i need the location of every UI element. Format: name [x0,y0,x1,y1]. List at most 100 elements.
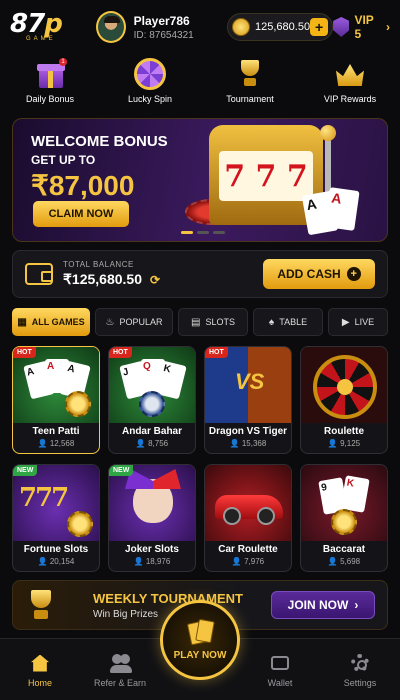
tab-table[interactable]: ♠ TABLE [253,308,323,336]
game-name: Car Roulette [218,544,278,555]
nav-wallet[interactable]: Wallet [240,639,320,700]
car-icon [215,495,283,525]
vip-level[interactable]: VIP 5 › [333,13,390,41]
add-cash-button[interactable]: ADD CASH + [263,259,375,289]
wallet-icon [269,652,291,674]
playing-cards-image: A A [301,187,365,236]
players-icon: 👤 [135,439,149,448]
nav-home[interactable]: Home [0,639,80,700]
game-thumbnail: VS [205,347,291,423]
players-icon: 👤 [37,439,50,448]
refresh-icon[interactable]: ⟳ [150,273,160,287]
welcome-bonus-banner[interactable]: WELCOME BONUS GET UP TO ₹87,000 CLAIM NO… [12,118,388,242]
tab-popular[interactable]: ♨ POPULAR [95,308,173,336]
game-name: Baccarat [322,544,366,555]
quick-label: VIP Rewards [323,94,377,104]
logo-sub: GAME [26,36,56,42]
claim-now-button[interactable]: CLAIM NOW [33,201,129,227]
playing-card: K [340,475,370,513]
hot-badge: HOT [13,347,36,358]
logo-accent: p [44,9,63,39]
game-name: Teen Patti [32,426,80,437]
balance-value: ₹125,680.50 [63,271,142,287]
add-coins-button[interactable]: + [310,18,329,36]
game-thumbnail: J Q K [109,347,195,423]
game-card-dragon-vs-tiger[interactable]: HOT VS Dragon VS Tiger 👤 15,368 [204,346,292,454]
tab-label: LIVE [354,317,375,327]
play-now-button[interactable]: PLAY NOW [160,600,240,680]
crown-icon [333,58,367,90]
nav-label: Refer & Earn [93,677,147,688]
game-card-teen-patti[interactable]: HOT A A A Teen Patti 👤 12,568 [12,346,100,454]
nav-settings[interactable]: Settings [320,639,400,700]
app-logo[interactable]: 87p GAME [10,7,70,47]
tab-label: TABLE [279,317,308,327]
player-name: Player786 [133,13,190,28]
slot-icon: ▤ [191,316,201,328]
game-name: Dragon VS Tiger [208,426,288,437]
tab-all-games[interactable]: ▦ ALL GAMES [12,308,90,336]
game-card-andar-bahar[interactable]: HOT J Q K Andar Bahar 👤 8,756 [108,346,196,454]
game-thumbnail [109,465,195,541]
tab-label: SLOTS [205,317,235,327]
players-icon: 👤 [133,557,146,566]
cards-icon: ♠ [268,316,275,328]
trophy-icon [25,588,57,622]
vip-label: VIP 5 [354,13,374,41]
plus-circle-icon: + [346,267,361,281]
notification-badge: 1 [59,58,67,66]
game-card-roulette[interactable]: Roulette 👤 9,125 [300,346,388,454]
avatar[interactable] [95,11,126,43]
game-card-joker-slots[interactable]: NEW Joker Slots 👤 18,976 [108,464,196,572]
nav-label: Home [27,677,52,688]
players-icon: 👤 [37,557,50,566]
player-count: 18,976 [145,557,171,566]
player-count: 20,154 [49,557,75,566]
join-now-button[interactable]: JOIN NOW › [271,591,375,619]
quick-label: Daily Bonus [25,94,75,104]
carousel-dots[interactable] [181,231,225,234]
game-name: Roulette [324,426,364,437]
grid-icon: ▦ [17,316,27,328]
quick-vip-rewards[interactable]: VIP Rewards [300,58,400,110]
tab-label: ALL GAMES [31,317,85,327]
carousel-dot[interactable] [181,231,193,234]
cards-icon [185,618,215,646]
quick-lucky-spin[interactable]: Lucky Spin [100,58,200,110]
vip-shield-icon [333,17,350,37]
chevron-right-icon: › [386,20,390,34]
game-thumbnail [301,347,387,423]
carousel-dot[interactable] [213,231,225,234]
chip-icon [65,391,91,417]
game-card-fortune-slots[interactable]: NEW 777 Fortune Slots 👤 20,154 [12,464,100,572]
banner-title: WELCOME BONUS [31,133,168,150]
chip-icon [331,509,357,535]
hot-badge: HOT [109,347,132,358]
game-card-car-roulette[interactable]: Car Roulette 👤 7,976 [204,464,292,572]
chevron-right-icon: › [354,598,359,612]
nav-refer-earn[interactable]: Refer & Earn [80,639,160,700]
tab-live[interactable]: ▶ LIVE [328,308,388,336]
players-icon: 👤 [229,439,242,448]
coin-balance-pill[interactable]: 125,680.50 + [227,13,334,41]
banner-amount: ₹87,000 [31,170,135,201]
player-count: 15,368 [241,439,267,448]
carousel-dot[interactable] [197,231,209,234]
tab-slots[interactable]: ▤ SLOTS [178,308,248,336]
player-count: 12,568 [49,439,75,448]
fire-icon: ♨ [105,316,115,328]
game-thumbnail [205,465,291,541]
playing-card: A [324,187,360,231]
banner-subtitle: GET UP TO [31,153,96,167]
sevens-text: 777 [19,483,69,513]
quick-daily-bonus[interactable]: 1 Daily Bonus [0,58,100,110]
slot-symbol: 7 [255,158,277,194]
quick-label: Lucky Spin [127,94,173,104]
quick-tournament[interactable]: Tournament [200,58,300,110]
roulette-wheel-icon [313,355,377,419]
join-label: JOIN NOW [287,598,349,612]
game-card-baccarat[interactable]: 9 K Baccarat 👤 5,698 [300,464,388,572]
game-thumbnail: A A A [13,347,99,423]
quick-nav: 1 Daily Bonus Lucky Spin Tournament VIP … [0,58,400,110]
player-info[interactable]: Player786 ID: 87654321 [134,14,223,41]
